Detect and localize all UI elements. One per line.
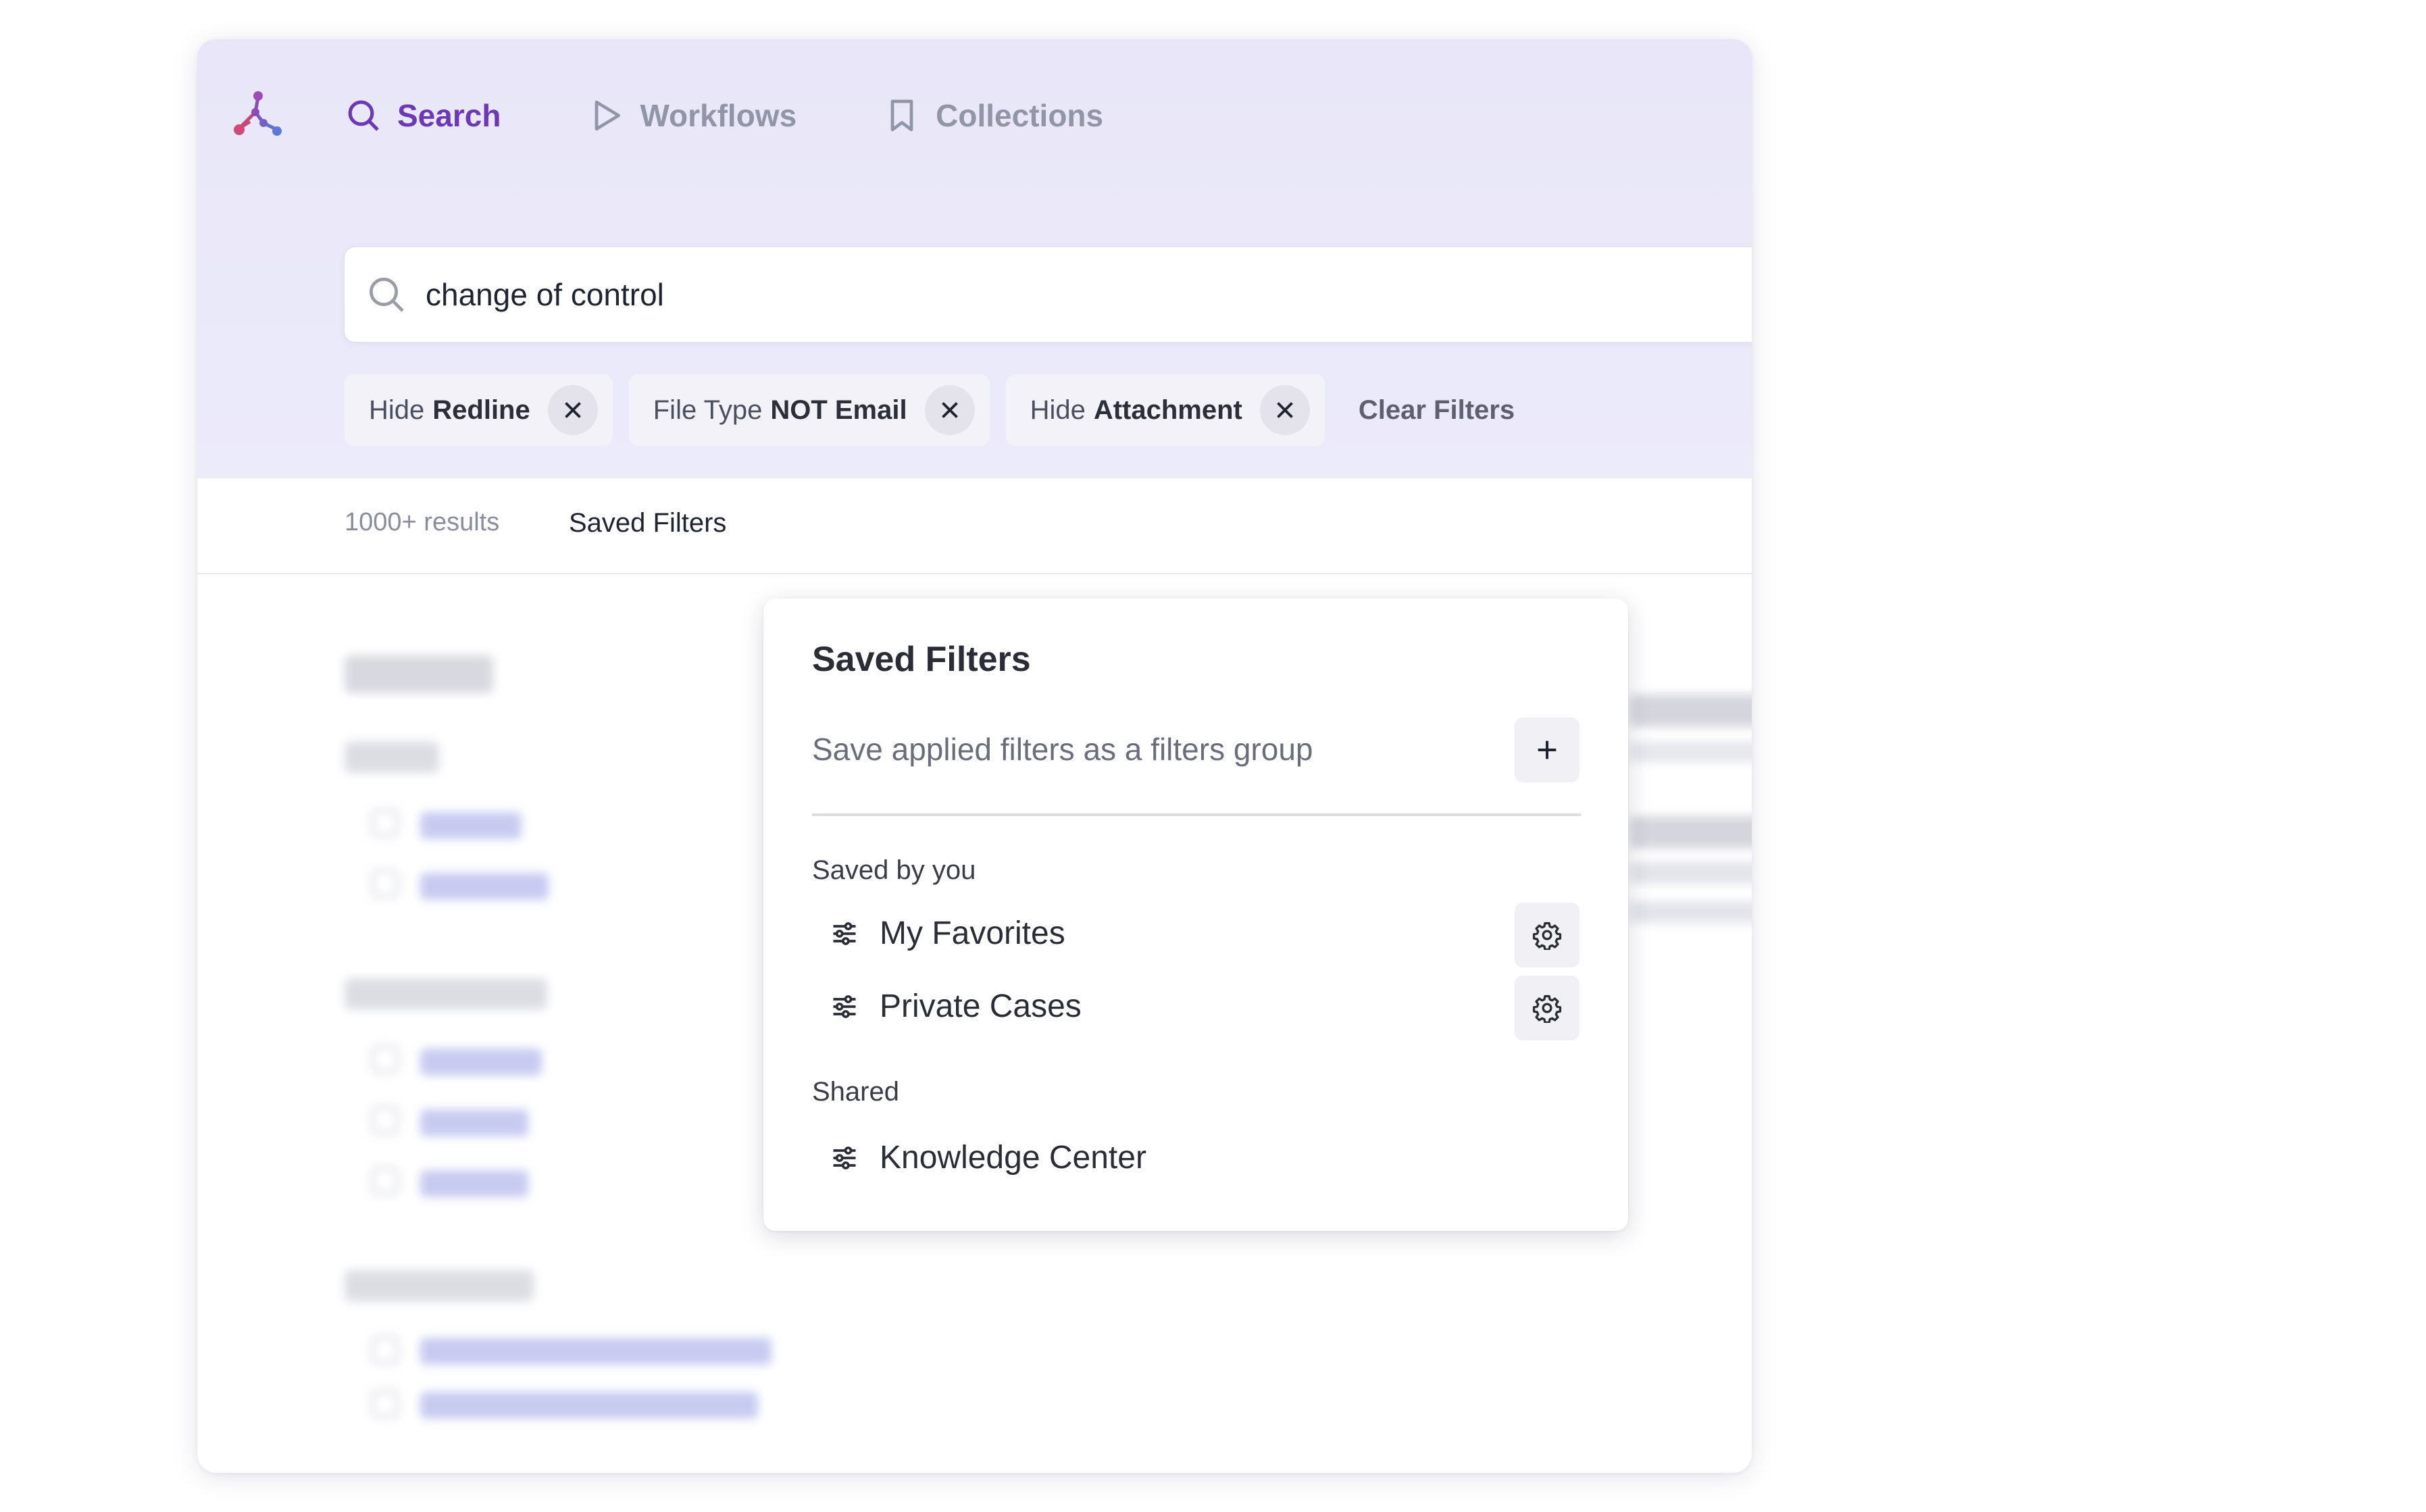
close-icon [564,402,581,418]
saved-filters-popover: Saved Filters Save applied filters as a … [763,599,1628,1231]
nav-search[interactable]: Search [345,97,501,134]
nav-search-label: Search [397,98,501,133]
saved-filter-item[interactable]: Private Cases [830,988,1082,1025]
nav-collections[interactable]: Collections [883,97,1103,134]
search-query: change of control [426,277,664,312]
popover-title: Saved Filters [812,640,1031,679]
play-icon [595,100,621,131]
close-icon [1276,402,1293,418]
add-filter-group-button[interactable] [1515,717,1580,782]
filter-chip-prefix: Hide [1030,395,1086,425]
filter-chip-value: Redline [432,395,530,425]
active-filters: Hide Redline File Type NOT Email Hide At… [345,374,1515,446]
saved-filters-toggle[interactable]: Saved Filters [569,508,726,538]
divider [812,813,1581,816]
filter-chip-prefix: Hide [369,395,425,425]
remove-filter-button[interactable] [924,385,975,435]
top-nav: Search Workflows Collections [230,85,1190,146]
sliders-icon [833,922,856,945]
saved-by-you-heading: Saved by you [812,855,976,885]
shared-filter-item[interactable]: Knowledge Center [830,1139,1146,1176]
save-filters-prompt: Save applied filters as a filters group [812,732,1313,767]
search-header: Search Workflows Collections change of c… [197,39,1752,478]
saved-filter-label: My Favorites [880,915,1065,951]
nav-workflows-label: Workflows [640,98,797,133]
gear-icon [1532,922,1562,950]
filter-chip[interactable]: File Type NOT Email [628,374,990,446]
search-icon [369,277,404,312]
results-toolbar: 1000+ results Saved Filters [197,478,1752,574]
sliders-icon [833,994,856,1018]
clear-filters-button[interactable]: Clear Filters [1359,395,1515,426]
remove-filter-button[interactable] [547,385,598,435]
remove-filter-button[interactable] [1259,385,1310,435]
search-input[interactable]: change of control [345,247,1752,342]
results-count: 1000+ results [345,508,500,536]
filter-chip[interactable]: Hide Attachment [1005,374,1325,446]
filter-chip-value: NOT Email [770,395,907,425]
shared-filter-label: Knowledge Center [880,1140,1146,1176]
nav-collections-label: Collections [936,98,1104,133]
app-window: Search Workflows Collections change of c… [197,39,1752,1473]
gear-icon [1532,994,1562,1023]
filter-chip[interactable]: Hide Redline [345,374,613,446]
app-logo-icon[interactable] [230,89,282,142]
filter-chip-prefix: File Type [653,395,763,425]
search-icon [348,100,379,131]
close-icon [941,402,958,418]
filter-chip-value: Attachment [1093,395,1242,425]
filter-settings-button[interactable] [1515,976,1580,1040]
saved-filter-item[interactable]: My Favorites [830,915,1065,952]
bookmark-icon [890,99,913,132]
plus-icon [1538,740,1557,759]
nav-workflows[interactable]: Workflows [587,97,797,134]
saved-filter-label: Private Cases [880,988,1082,1024]
shared-heading: Shared [812,1077,899,1107]
filter-settings-button[interactable] [1515,903,1580,967]
sliders-icon [833,1146,856,1169]
